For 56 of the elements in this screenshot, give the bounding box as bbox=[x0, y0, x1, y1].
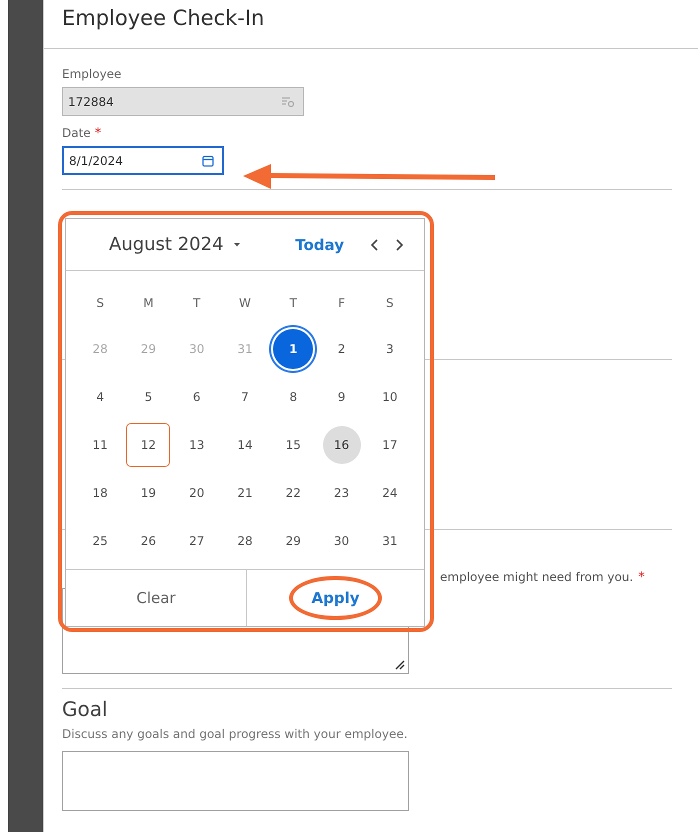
calendar-day[interactable]: 16 bbox=[322, 426, 361, 464]
calendar-day[interactable]: 1 bbox=[273, 329, 314, 369]
calendar-day[interactable]: 17 bbox=[370, 425, 410, 465]
field-label: Date bbox=[62, 126, 91, 142]
calendar-day[interactable]: 2 bbox=[322, 329, 362, 369]
weekday-label: W bbox=[238, 295, 252, 312]
calendar-day[interactable]: 27 bbox=[176, 521, 217, 561]
calendar-day[interactable]: 30 bbox=[322, 521, 362, 561]
calendar-day[interactable]: 25 bbox=[80, 521, 120, 561]
calendar-day[interactable]: 3 bbox=[370, 329, 410, 369]
calendar-day[interactable]: 18 bbox=[80, 473, 120, 513]
field-label: Employee bbox=[62, 67, 122, 83]
weekday-label: T bbox=[192, 295, 202, 312]
calendar-day[interactable]: 14 bbox=[224, 425, 265, 465]
calendar-day[interactable]: 21 bbox=[224, 473, 265, 513]
page-title: Employee Check-In bbox=[62, 5, 266, 30]
weekday-label: T bbox=[288, 295, 298, 312]
weekday-label: F bbox=[337, 295, 346, 312]
calendar-day[interactable]: 9 bbox=[322, 377, 362, 417]
caret-icon bbox=[232, 242, 241, 247]
weekday-label: S bbox=[385, 295, 395, 312]
section-heading: Goal bbox=[62, 697, 109, 721]
calendar-day[interactable]: 19 bbox=[128, 473, 168, 513]
calendar-day[interactable]: 22 bbox=[273, 473, 314, 513]
calendar-day[interactable]: 13 bbox=[176, 425, 217, 465]
calendar-icon[interactable] bbox=[202, 154, 214, 166]
weekday-label: M bbox=[142, 295, 155, 312]
next-month-icon[interactable] bbox=[394, 238, 404, 252]
calendar-day[interactable]: 15 bbox=[273, 425, 314, 465]
calendar-day[interactable]: 26 bbox=[128, 521, 168, 561]
month-dropdown[interactable]: August 2024 bbox=[109, 234, 296, 255]
calendar-day[interactable]: 4 bbox=[80, 377, 120, 417]
section-description: Discuss any goals and goal progress with your employee. bbox=[62, 727, 409, 741]
today-button[interactable]: Today bbox=[295, 236, 344, 254]
input-field[interactable]: 8/1/2024 bbox=[62, 146, 224, 175]
calendar-day[interactable]: 6 bbox=[176, 377, 217, 417]
calendar-day[interactable]: 5 bbox=[128, 377, 168, 417]
apply-button[interactable]: Apply bbox=[289, 576, 382, 620]
calendar-day[interactable]: 12 bbox=[126, 423, 170, 467]
calendar-day[interactable]: 7 bbox=[224, 377, 265, 417]
weekday-label: S bbox=[95, 295, 105, 312]
resize-handle-icon[interactable] bbox=[395, 660, 405, 670]
calendar-day[interactable]: 10 bbox=[370, 377, 410, 417]
calendar-day[interactable]: 31 bbox=[370, 521, 410, 561]
clear-button[interactable]: Clear bbox=[116, 579, 196, 617]
calendar-day[interactable]: 11 bbox=[80, 425, 120, 465]
calendar-day[interactable]: 23 bbox=[322, 473, 362, 513]
calendar-day[interactable]: 24 bbox=[370, 473, 410, 513]
field-hint: employee might need from you. bbox=[440, 570, 634, 586]
required-icon: * bbox=[94, 126, 102, 146]
required-icon: * bbox=[638, 570, 645, 586]
calendar-day[interactable]: 20 bbox=[176, 473, 217, 513]
previous-month-icon[interactable] bbox=[370, 238, 380, 252]
calendar-day[interactable]: 8 bbox=[273, 377, 314, 417]
calendar-day[interactable]: 28 bbox=[224, 521, 265, 561]
calendar-day[interactable]: 29 bbox=[273, 521, 314, 561]
